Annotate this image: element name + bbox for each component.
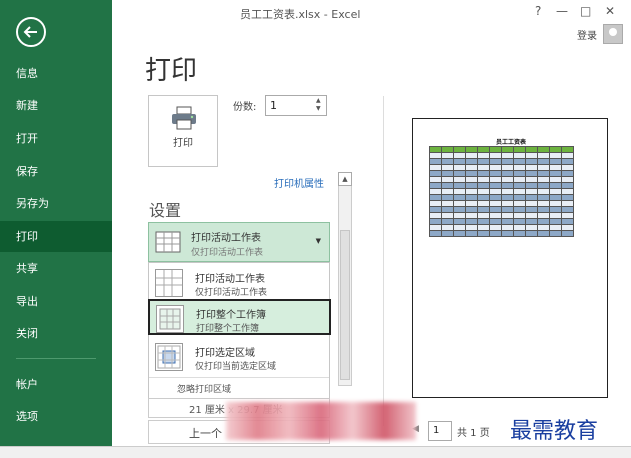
backstage-sidebar: 信息 新建 打开 保存 另存为 打印 共享 导出 关闭 帐户 选项 <box>0 0 112 458</box>
excel-backstage: 信息 新建 打开 保存 另存为 打印 共享 导出 关闭 帐户 选项 员工工资表.… <box>0 0 631 458</box>
horizontal-scrollbar[interactable] <box>0 446 631 458</box>
watermark: 最需教育 <box>510 419 599 444</box>
scrollbar-thumb[interactable] <box>340 230 350 380</box>
sidebar-item-save[interactable]: 保存 <box>0 156 112 187</box>
restore-button[interactable]: □ <box>580 4 591 18</box>
option-desc: 仅打印活动工作表 <box>195 288 268 298</box>
window-title: 员工工资表.xlsx - Excel <box>240 8 361 21</box>
avatar[interactable] <box>603 24 623 44</box>
selection-icon <box>155 343 183 371</box>
print-what-options: 打印活动工作表 仅打印活动工作表 打印整个工作簿 打印整个工作簿 打印选定区域 … <box>148 262 331 412</box>
print-button[interactable]: 打印 <box>148 95 218 167</box>
sidebar-item-info[interactable]: 信息 <box>0 58 112 89</box>
sidebar-divider <box>16 358 96 359</box>
chevron-down-icon: ▼ <box>315 237 321 245</box>
ignore-print-area-option[interactable]: 忽略打印区域 <box>149 377 329 397</box>
sidebar-item-options[interactable]: 选项 <box>0 401 112 432</box>
option-title: 打印选定区域 <box>195 348 255 359</box>
sidebar-item-account[interactable]: 帐户 <box>0 369 112 400</box>
page-number-input[interactable]: 1 <box>428 421 452 441</box>
copies-stepper[interactable]: ▲ ▼ <box>316 97 321 113</box>
print-preview-page: 员工工资表 <box>412 118 608 398</box>
pane-divider <box>383 96 384 426</box>
preview-sheet-title: 员工工资表 <box>495 139 526 146</box>
option-desc: 打印整个工作簿 <box>196 324 260 334</box>
printer-icon <box>172 106 196 130</box>
help-button[interactable]: ? <box>535 4 541 18</box>
sidebar-item-close[interactable]: 关闭 <box>0 318 112 349</box>
prev-label: 上一个 <box>189 427 222 440</box>
sidebar-item-print[interactable]: 打印 <box>0 221 112 252</box>
sidebar-item-export[interactable]: 导出 <box>0 286 112 317</box>
page-title: 打印 <box>145 56 198 86</box>
option-title: 打印整个工作簿 <box>196 310 266 321</box>
option-active-sheet[interactable]: 打印活动工作表 仅打印活动工作表 <box>149 265 329 301</box>
close-button[interactable]: ✕ <box>605 4 615 18</box>
printer-properties-link[interactable]: 打印机属性 <box>274 175 324 190</box>
preview-table <box>429 146 574 237</box>
sidebar-item-save-as[interactable]: 另存为 <box>0 188 112 219</box>
settings-heading: 设置 <box>149 201 182 220</box>
sidebar-item-new[interactable]: 新建 <box>0 90 112 121</box>
workbook-icon <box>156 305 184 333</box>
option-desc: 仅打印当前选定区域 <box>195 362 277 372</box>
sidebar-item-open[interactable]: 打开 <box>0 123 112 154</box>
dropdown-selected-title: 打印活动工作表 <box>191 233 261 244</box>
print-button-label: 打印 <box>173 138 193 149</box>
option-entire-workbook[interactable]: 打印整个工作簿 打印整个工作簿 <box>148 299 331 335</box>
scroll-up-icon[interactable]: ▲ <box>338 172 352 186</box>
option-selection[interactable]: 打印选定区域 仅打印当前选定区域 <box>149 339 329 375</box>
minimize-button[interactable]: — <box>556 4 568 18</box>
redacted-region <box>226 402 416 440</box>
back-arrow-icon[interactable] <box>16 17 46 47</box>
sidebar-item-share[interactable]: 共享 <box>0 253 112 284</box>
login-link[interactable]: 登录 <box>577 27 597 42</box>
copies-label: 份数: <box>233 102 257 113</box>
page-total: 共 1 页 <box>457 428 490 439</box>
option-title: 打印活动工作表 <box>195 274 265 285</box>
sheet-icon <box>155 269 183 297</box>
sheet-icon <box>155 231 181 253</box>
dropdown-selected-desc: 仅打印活动工作表 <box>191 248 264 258</box>
print-what-dropdown[interactable]: 打印活动工作表 仅打印活动工作表 ▼ <box>148 222 330 262</box>
